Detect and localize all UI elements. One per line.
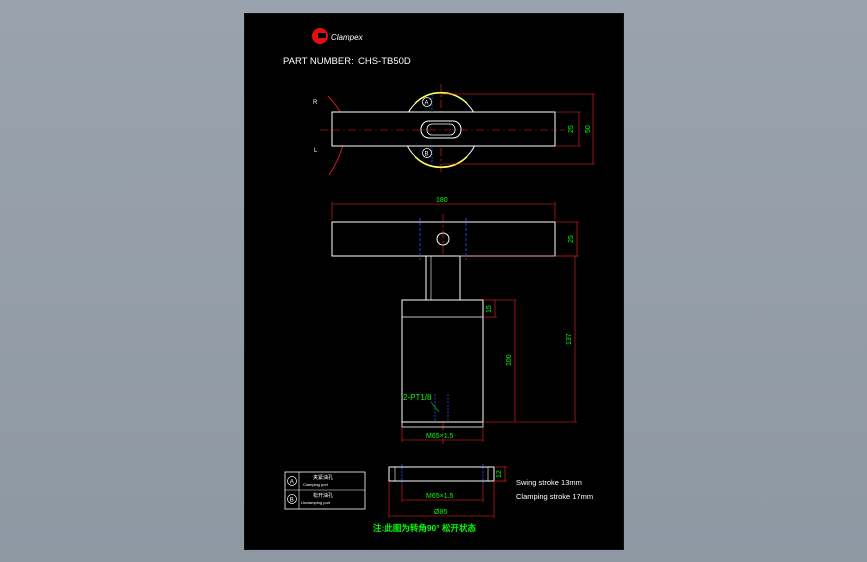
legend-cn-a: 夹紧油孔 xyxy=(313,474,333,481)
dim-nut-dia: Ø85 xyxy=(434,509,447,516)
swing-arc-lower xyxy=(328,144,344,176)
legend-en-a: Clamping port xyxy=(303,482,329,487)
dim-137: 137 xyxy=(566,333,573,345)
body-thread xyxy=(401,421,484,428)
lock-nut xyxy=(388,466,495,482)
dim-thread-body: M65×1.5 xyxy=(426,433,454,440)
legend-cn-b: 松开油孔 xyxy=(313,492,333,499)
dim-nut-thread: M65×1.5 xyxy=(426,493,454,500)
swing-marker-r: R xyxy=(313,100,318,106)
clamp-arm-top xyxy=(331,111,556,147)
clamp-arm-front xyxy=(331,221,556,257)
port-b-label: B xyxy=(425,152,429,158)
legend-en-b: Unclamping port xyxy=(301,500,331,505)
port-a-label: A xyxy=(425,101,429,107)
technical-drawing: Clampex PART NUMBER: CHS-TB50D R L A B 2… xyxy=(283,28,595,533)
cylinder-body xyxy=(401,299,484,423)
dim-15: 15 xyxy=(486,305,493,313)
spec-clamping-stroke: Clamping stroke 17mm xyxy=(516,492,593,501)
dim-180: 180 xyxy=(436,197,448,204)
drawing-note: 注:此图为转角90° 松开状态 xyxy=(373,523,477,533)
port-note: 2-PT1/8 xyxy=(403,393,432,402)
spec-swing-stroke: Swing stroke 13mm xyxy=(516,478,582,487)
nut-view: 12 M65×1.5 Ø85 xyxy=(388,464,507,518)
top-view: R L A B 25 50 xyxy=(313,84,595,176)
drawing-sheet: Clampex PART NUMBER: CHS-TB50D R L A B 2… xyxy=(244,13,624,550)
brand-logo: Clampex xyxy=(312,28,364,44)
front-view: 180 25 2-PT1/8 15 100 137 M65×1.5 xyxy=(331,197,579,444)
dim-nut-12: 12 xyxy=(496,470,503,478)
part-number-value: CHS-TB50D xyxy=(358,56,411,67)
part-number-label: PART NUMBER: xyxy=(283,56,354,67)
legend-symbol-b: B xyxy=(290,498,294,504)
swing-marker-l: L xyxy=(314,148,318,154)
dim-100: 100 xyxy=(506,354,513,366)
logo-text: Clampex xyxy=(331,33,364,42)
dim-top-50: 50 xyxy=(585,125,592,133)
dim-top-25: 25 xyxy=(568,125,575,133)
port-legend: A 夹紧油孔 Clamping port B 松开油孔 Unclamping p… xyxy=(284,471,366,510)
dim-front-25: 25 xyxy=(568,235,575,243)
legend-symbol-a: A xyxy=(290,480,294,486)
